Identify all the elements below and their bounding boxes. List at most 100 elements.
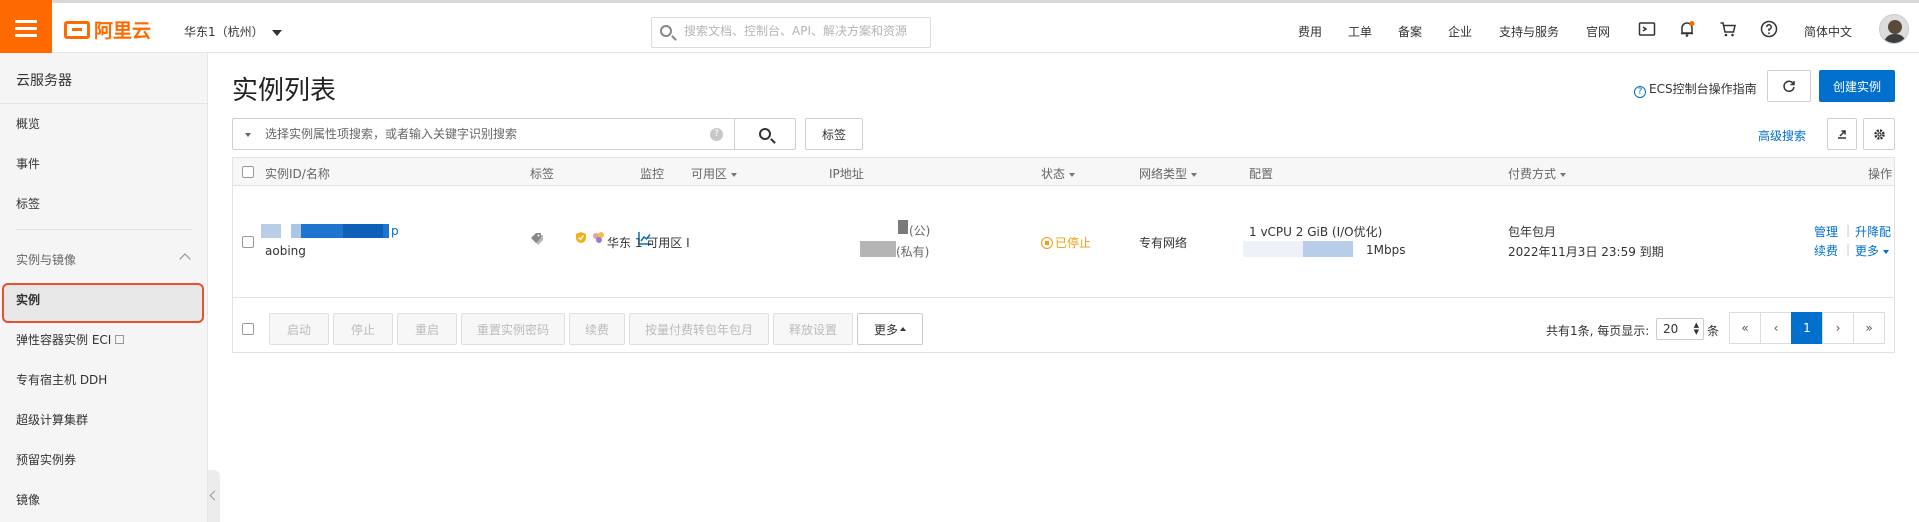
help-icon[interactable]: ? — [710, 128, 723, 141]
billing-expiry: 2022年11月3日 23:59 到期 — [1508, 245, 1664, 259]
col-zone[interactable]: 可用区 — [691, 165, 738, 182]
more-batch-label: 更多 — [873, 322, 898, 337]
aliyun-logo[interactable]: 阿里云 — [64, 16, 151, 43]
sidebar-title: 云服务器 — [16, 73, 72, 89]
sidebar-item-ddh[interactable]: 专有宿主机 DDH — [16, 371, 107, 388]
region-selector[interactable]: 华东1（杭州） — [184, 23, 282, 40]
upgrade-link[interactable]: 升降配 — [1855, 223, 1891, 240]
create-instance-button[interactable]: 创建实例 — [1819, 70, 1895, 102]
prev-page-button[interactable]: ‹ — [1760, 312, 1792, 344]
batch-actions-bar: 启动 停止 重启 重置实例密码 续费 按量付费转包年包月 释放设置 更多 共有1… — [233, 298, 1894, 354]
instance-filter-input[interactable] — [265, 127, 685, 141]
cart-icon[interactable] — [1719, 20, 1737, 38]
more-actions-link[interactable]: 更多 — [1855, 242, 1890, 259]
page-number-button[interactable]: 1 — [1791, 312, 1823, 344]
stop-button[interactable]: 停止 — [333, 313, 393, 345]
manage-link[interactable]: 管理 — [1814, 223, 1838, 240]
sidebar-divider — [0, 103, 208, 104]
col-network[interactable]: 网络类型 — [1139, 165, 1198, 182]
reset-password-button[interactable]: 重置实例密码 — [461, 313, 565, 345]
cloud-assistant-icon[interactable] — [591, 231, 607, 245]
release-settings-button[interactable]: 释放设置 — [773, 313, 853, 345]
last-page-button[interactable]: » — [1853, 312, 1885, 344]
redacted-block — [860, 241, 896, 257]
action-separator: | — [1846, 242, 1851, 256]
renew-button[interactable]: 续费 — [569, 313, 625, 345]
sidebar-item-instances[interactable]: 实例 — [16, 291, 40, 308]
caret-down-icon — [1560, 172, 1567, 177]
status-badge: 已停止 — [1041, 234, 1091, 251]
logo-mark-icon — [64, 20, 90, 39]
sidebar-item-reserved-instances[interactable]: 预留实例券 — [16, 451, 76, 468]
console-guide-link[interactable]: ? ECS控制台操作指南 — [1634, 80, 1757, 98]
avatar[interactable] — [1879, 14, 1909, 44]
menu-icon[interactable] — [0, 0, 52, 56]
config-bandwidth: 1Mbps — [1366, 243, 1406, 257]
col-actions: 操作 — [1868, 167, 1893, 181]
security-agent-icon[interactable] — [575, 231, 591, 245]
col-billing[interactable]: 付费方式 — [1508, 165, 1567, 182]
sidebar-item-scc[interactable]: 超级计算集群 — [16, 411, 88, 428]
first-page-button[interactable]: « — [1729, 312, 1761, 344]
ip-public: (公) — [909, 224, 931, 238]
nav-enterprise[interactable]: 企业 — [1448, 23, 1472, 40]
row-checkbox[interactable] — [242, 236, 254, 248]
renew-link[interactable]: 续费 — [1814, 242, 1838, 259]
instance-filter[interactable]: ? — [232, 118, 736, 150]
tag-filter-button[interactable]: 标签 — [805, 118, 863, 150]
refresh-icon — [1783, 80, 1795, 93]
more-actions-label: 更多 — [1855, 244, 1880, 258]
caret-down-icon[interactable] — [245, 133, 251, 137]
start-button[interactable]: 启动 — [269, 313, 329, 345]
sidebar-divider — [16, 229, 192, 230]
gear-icon — [1873, 128, 1885, 140]
next-page-button[interactable]: › — [1822, 312, 1854, 344]
select-all-checkbox-bottom[interactable] — [242, 323, 254, 335]
export-button[interactable] — [1827, 118, 1857, 150]
col-billing-label: 付费方式 — [1508, 167, 1557, 181]
page-size-select[interactable]: 20 ▲ ▼ — [1656, 318, 1704, 340]
settings-button[interactable] — [1863, 118, 1895, 150]
advanced-search-link[interactable]: 高级搜索 — [1758, 127, 1806, 144]
col-network-label: 网络类型 — [1139, 167, 1188, 181]
bell-icon[interactable] — [1678, 20, 1696, 38]
search-button[interactable] — [734, 118, 796, 150]
nav-official-site[interactable]: 官网 — [1586, 23, 1610, 40]
tag-icon[interactable] — [530, 232, 546, 246]
sidebar-item-events[interactable]: 事件 — [16, 155, 40, 172]
sidebar-collapse-handle[interactable] — [208, 470, 220, 522]
more-batch-button[interactable]: 更多 — [857, 313, 923, 345]
nav-fees[interactable]: 费用 — [1298, 23, 1322, 40]
nav-icp[interactable]: 备案 — [1398, 23, 1422, 40]
sidebar: 云服务器 概览 事件 标签 实例与镜像 实例 弹性容器实例 ECI 专有宿主机 … — [0, 53, 208, 522]
convert-billing-button[interactable]: 按量付费转包年包月 — [629, 313, 769, 345]
billing-type: 包年包月 — [1508, 225, 1557, 239]
language-switch[interactable]: 简体中文 — [1804, 23, 1852, 40]
refresh-button[interactable] — [1767, 70, 1811, 102]
nav-support[interactable]: 支持与服务 — [1499, 23, 1559, 40]
logo-text: 阿里云 — [94, 20, 152, 42]
select-all-checkbox[interactable] — [242, 166, 254, 178]
instance-table: 实例ID/名称 标签 监控 可用区 IP地址 状态 网络类型 配置 付费方式 操… — [232, 157, 1895, 353]
chevron-up-icon[interactable] — [179, 253, 191, 265]
global-search-input[interactable] — [684, 24, 924, 38]
restart-button[interactable]: 重启 — [397, 313, 457, 345]
sidebar-item-overview[interactable]: 概览 — [16, 115, 40, 132]
status-text: 已停止 — [1055, 236, 1092, 250]
sidebar-item-tags[interactable]: 标签 — [16, 195, 40, 212]
sidebar-item-images[interactable]: 镜像 — [16, 491, 40, 508]
redacted-block — [1303, 241, 1353, 257]
table-row: p aobing 华东 1 可用区 I (公) (私有) 已停止 专有网络 1 … — [233, 186, 1894, 298]
caret-down-icon — [1191, 172, 1198, 177]
sidebar-section-instances-images[interactable]: 实例与镜像 — [16, 251, 76, 268]
terminal-icon[interactable] — [1638, 20, 1656, 38]
sidebar-item-eci[interactable]: 弹性容器实例 ECI — [16, 331, 125, 348]
global-search[interactable] — [651, 17, 931, 48]
help-circle-icon: ? — [1634, 86, 1646, 98]
instance-id-link[interactable]: p — [391, 224, 399, 238]
nav-tickets[interactable]: 工单 — [1348, 23, 1372, 40]
col-zone-label: 可用区 — [691, 167, 728, 181]
caret-down-icon — [271, 29, 282, 36]
help-icon[interactable] — [1760, 20, 1778, 38]
col-status[interactable]: 状态 — [1041, 165, 1076, 182]
